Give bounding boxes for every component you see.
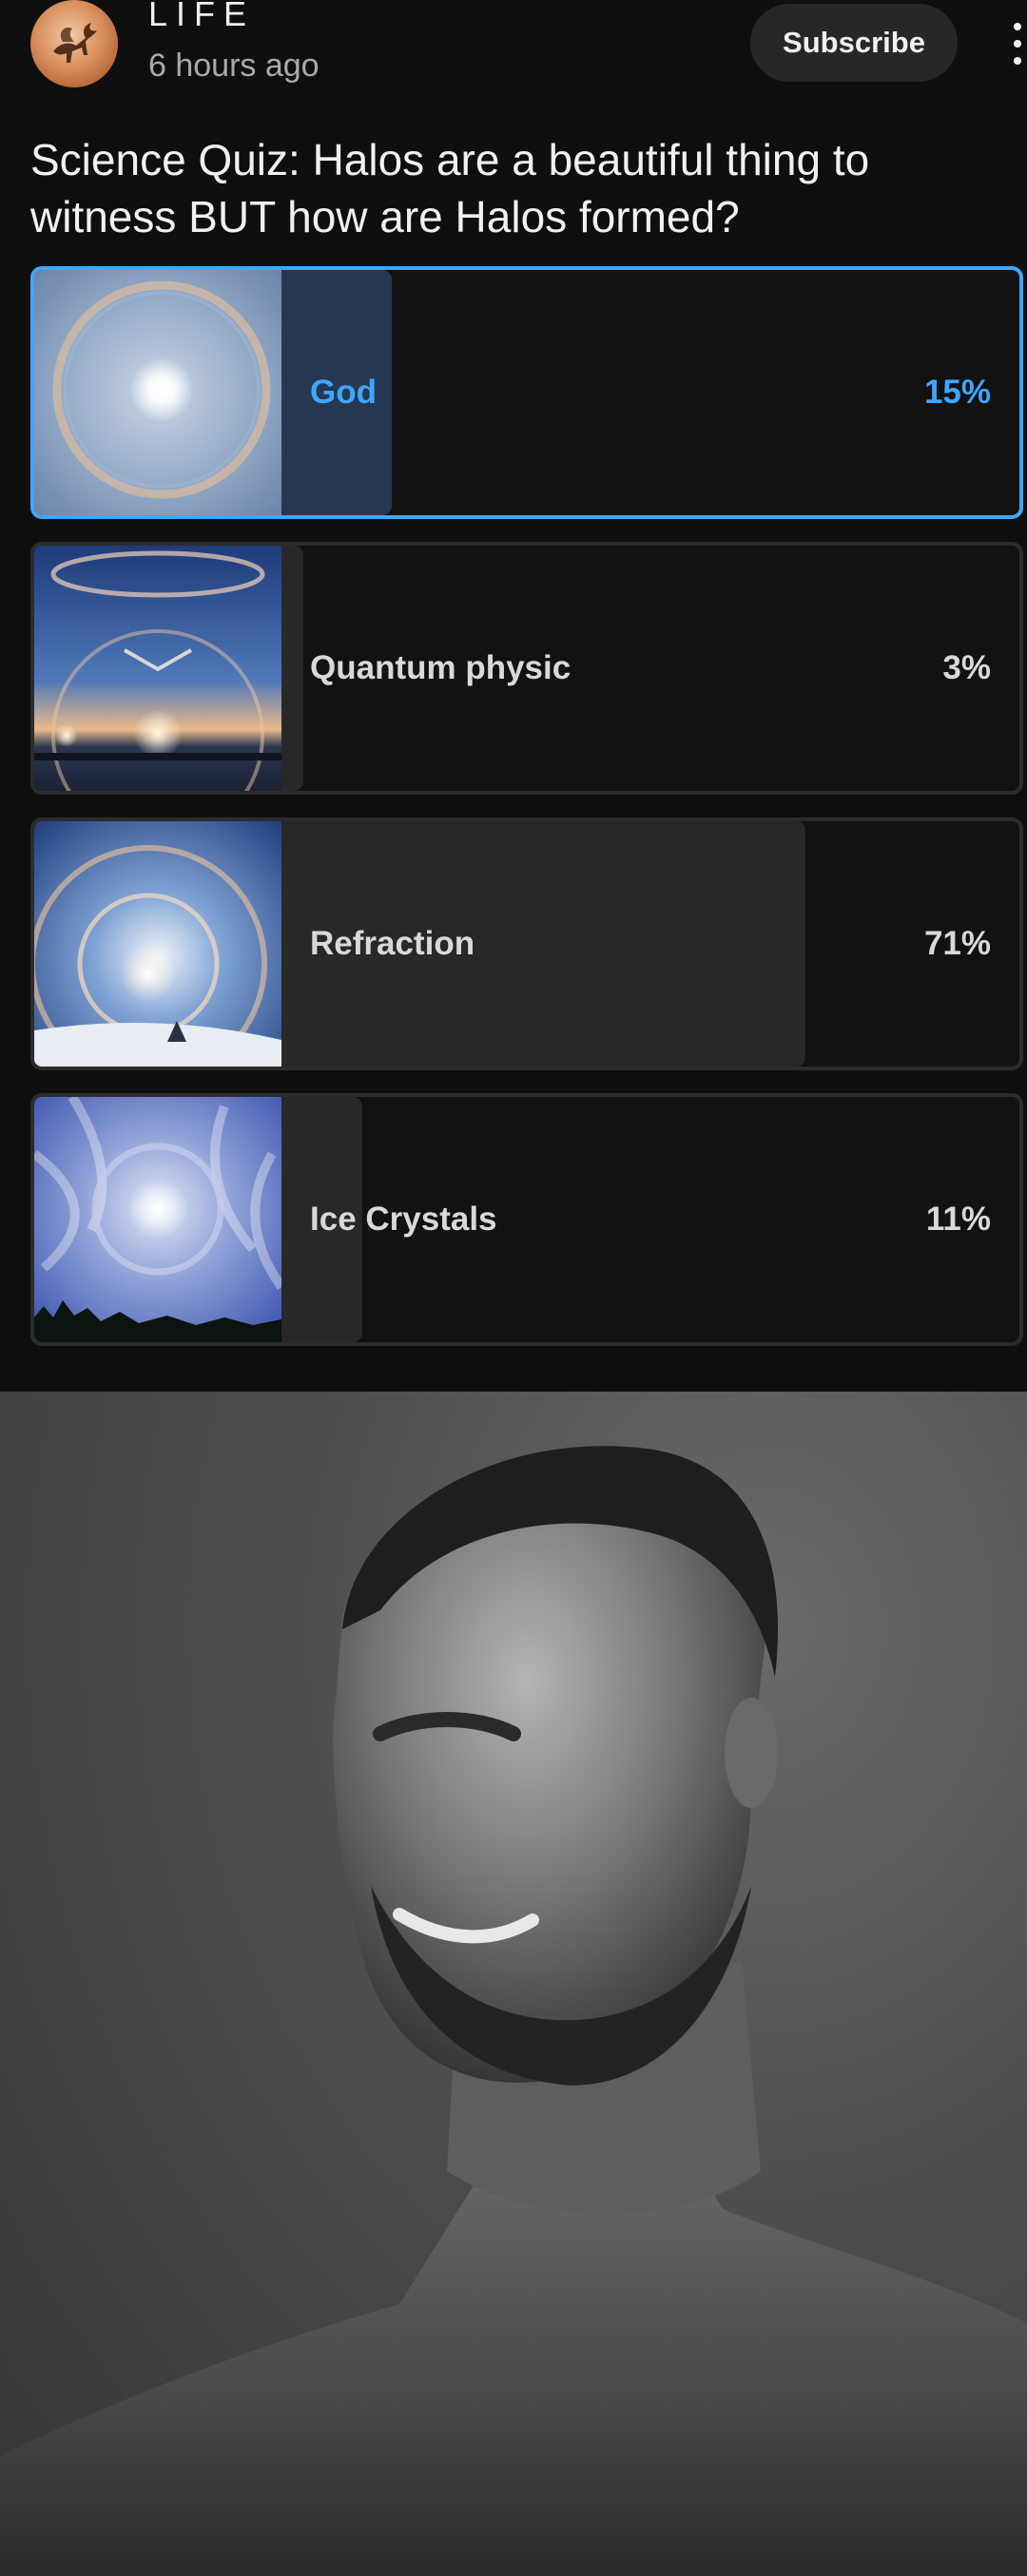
option-percent: 15% [923, 374, 991, 411]
poll-option-god[interactable]: God 15% [30, 266, 1023, 519]
poll-option-quantum-physic[interactable]: Quantum physic 3% [30, 542, 1023, 795]
meme-photo [0, 1392, 1027, 2576]
option-label: God [310, 374, 377, 411]
vote-bar [281, 546, 303, 791]
channel-name[interactable]: LIFE [148, 0, 255, 34]
halo-thumbnail [34, 270, 281, 515]
post-header: LIFE 6 hours ago Subscribe [0, 0, 1027, 95]
poll-option-ice-crystals[interactable]: Ice Crystals 11% [30, 1093, 1023, 1346]
option-percent: 71% [923, 925, 991, 962]
channel-avatar[interactable] [30, 0, 118, 87]
pegasus-logo-icon [53, 23, 97, 63]
option-percent: 11% [925, 1201, 991, 1238]
option-percent: 3% [942, 649, 991, 686]
poll-question: Science Quiz: Halos are a beautiful thin… [30, 135, 870, 241]
more-options-icon[interactable] [1006, 23, 1027, 65]
option-label: Quantum physic [310, 649, 572, 686]
halo-thumbnail [34, 546, 281, 791]
halo-thumbnail [34, 821, 281, 1067]
poll-option-refraction[interactable]: Refraction 71% [30, 817, 1023, 1070]
post-timestamp: 6 hours ago [148, 48, 320, 84]
option-label: Refraction [310, 925, 475, 962]
subscribe-button[interactable]: Subscribe [750, 4, 958, 82]
option-label: Ice Crystals [310, 1201, 497, 1238]
halo-thumbnail [34, 1097, 281, 1342]
